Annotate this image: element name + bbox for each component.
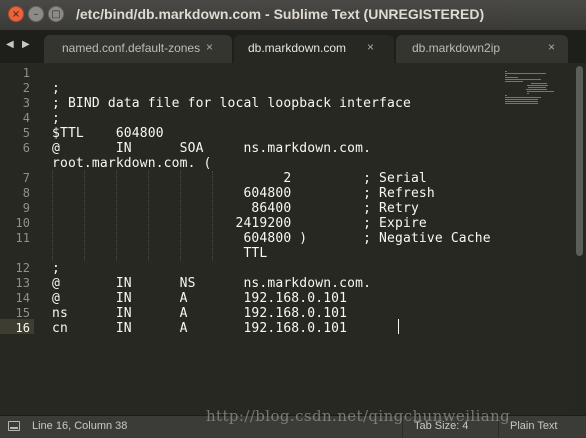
- code-line[interactable]: 2 ; Serial: [52, 171, 427, 186]
- tab-close-icon[interactable]: ×: [206, 40, 213, 54]
- code-line[interactable]: @ IN SOA ns.markdown.com.: [52, 141, 371, 156]
- tab-label: named.conf.default-zones: [62, 41, 201, 55]
- minimap-line: [505, 73, 546, 74]
- code-line[interactable]: 86400 ; Retry: [52, 201, 419, 216]
- minimize-window-button[interactable]: –: [28, 6, 44, 22]
- tab-db-markdown-com[interactable]: db.markdown.com ×: [234, 35, 394, 63]
- code-line[interactable]: TTL: [52, 246, 267, 261]
- tab-bar: ◀ ▶ named.conf.default-zones × db.markdo…: [0, 30, 586, 63]
- line-number: 9: [22, 201, 30, 215]
- minimap-line: [505, 95, 507, 96]
- line-number: 4: [22, 111, 30, 125]
- line-number: 13: [15, 276, 30, 290]
- panel-toggle-icon[interactable]: [8, 421, 20, 431]
- maximize-window-button[interactable]: □: [48, 6, 64, 22]
- line-number: 15: [15, 306, 30, 320]
- tab-named-conf-default-zones[interactable]: named.conf.default-zones ×: [44, 35, 232, 63]
- scrollbar-thumb[interactable]: [576, 66, 583, 256]
- line-number: 1: [22, 66, 30, 80]
- code-line[interactable]: 2419200 ; Expire: [52, 216, 427, 231]
- line-number: 5: [22, 126, 30, 140]
- close-window-button[interactable]: ×: [8, 6, 24, 22]
- code-line[interactable]: ;: [52, 261, 60, 276]
- code-line[interactable]: 604800 ) ; Negative Cache: [52, 231, 491, 246]
- minimap-line: [505, 99, 539, 100]
- minimap-line: [505, 75, 507, 76]
- minimap-line: [505, 71, 507, 72]
- code-text-area[interactable]: ;; BIND data file for local loopback int…: [52, 63, 522, 415]
- code-line[interactable]: root.markdown.com. (: [52, 156, 212, 171]
- tab-db-markdown2ip[interactable]: db.markdown2ip ×: [396, 35, 568, 63]
- code-line[interactable]: ; BIND data file for local loopback inte…: [52, 96, 411, 111]
- tab-close-icon[interactable]: ×: [367, 40, 374, 54]
- tab-label: db.markdown.com: [248, 41, 347, 55]
- window-title: /etc/bind/db.markdown.com - Sublime Text…: [76, 6, 485, 22]
- minimap[interactable]: [505, 69, 565, 149]
- code-line[interactable]: @ IN A 192.168.0.101: [52, 291, 347, 306]
- line-number: 10: [15, 216, 30, 230]
- watermark-text: http://blog.csdn.net/qingchunweiliang: [206, 407, 511, 425]
- line-number: 2: [22, 81, 30, 95]
- line-number: 14: [15, 291, 30, 305]
- line-number: 6: [22, 141, 30, 155]
- line-number: 7: [22, 171, 30, 185]
- line-number: 8: [22, 186, 30, 200]
- minimap-line: [531, 83, 548, 84]
- tab-scroll-left-icon[interactable]: ◀: [6, 39, 14, 50]
- minimap-line: [526, 91, 555, 92]
- code-line[interactable]: $TTL 604800: [52, 126, 164, 141]
- code-line[interactable]: 604800 ; Refresh: [52, 186, 435, 201]
- code-line[interactable]: ns IN A 192.168.0.101: [52, 306, 347, 321]
- syntax-selector[interactable]: Plain Text: [510, 420, 558, 432]
- line-number: [0, 246, 30, 261]
- line-number: 11: [15, 231, 30, 245]
- tab-scroll-right-icon[interactable]: ▶: [22, 39, 30, 50]
- minimap-line: [505, 79, 541, 80]
- minimap-line: [505, 101, 539, 102]
- code-line[interactable]: ;: [52, 111, 60, 126]
- tab-close-icon[interactable]: ×: [548, 40, 555, 54]
- minimap-line: [505, 97, 541, 98]
- tab-label: db.markdown2ip: [412, 41, 501, 55]
- line-number: 12: [15, 261, 30, 275]
- line-number: [0, 156, 30, 171]
- cursor-position: Line 16, Column 38: [32, 420, 128, 432]
- text-caret: [398, 319, 399, 334]
- minimap-line: [505, 77, 518, 78]
- minimap-line: [505, 81, 523, 82]
- line-number: 16: [15, 321, 30, 335]
- minimap-line: [526, 93, 530, 94]
- code-line[interactable]: ;: [52, 81, 60, 96]
- line-number-gutter: 1 2 3 4 5 6 7 8 9 10 11 12 13 14 15 16: [0, 63, 34, 415]
- editor-area[interactable]: 1 2 3 4 5 6 7 8 9 10 11 12 13 14 15 16 ;; BIND data fil…: [0, 63, 574, 415]
- line-number: 3: [22, 96, 30, 110]
- code-line[interactable]: @ IN NS ns.markdown.com.: [52, 276, 371, 291]
- minimap-line: [526, 85, 549, 86]
- code-line[interactable]: cn IN A 192.168.0.101: [52, 321, 347, 336]
- minimap-line: [505, 103, 539, 104]
- title-bar: × – □ /etc/bind/db.markdown.com - Sublim…: [0, 0, 586, 30]
- minimap-line: [527, 87, 547, 88]
- minimap-line: [525, 89, 548, 90]
